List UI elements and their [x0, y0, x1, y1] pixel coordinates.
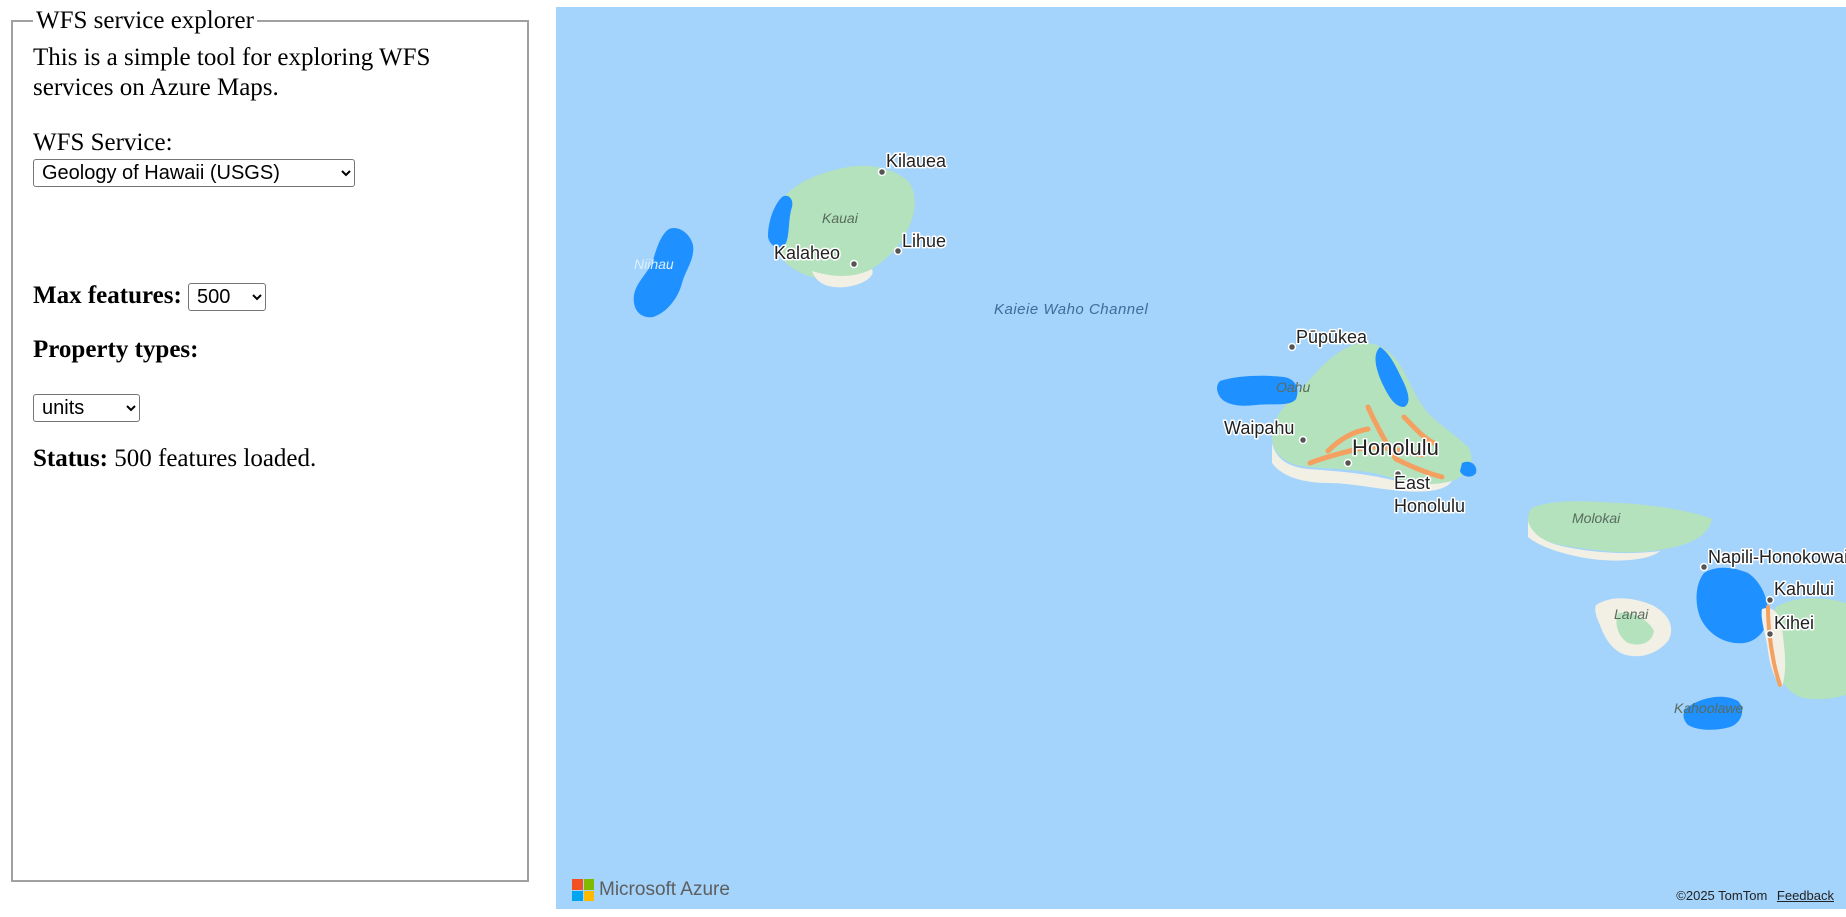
channel-label: Kaieie Waho Channel — [994, 301, 1148, 318]
oahu-label: Oahu — [1276, 379, 1310, 395]
kahului-label: Kahului — [1774, 579, 1834, 599]
wfs-explorer-panel: WFS service explorer This is a simple to… — [11, 8, 529, 882]
west-maui-features — [1696, 567, 1768, 644]
east-honolulu-label-2: Honolulu — [1394, 496, 1465, 516]
honolulu-label: Honolulu — [1352, 435, 1439, 460]
kilauea-label: Kilauea — [886, 151, 947, 171]
property-type-select[interactable]: units — [33, 394, 140, 422]
kalaheo-dot — [849, 259, 859, 269]
niihau-label: Niihau — [634, 256, 674, 272]
max-features-select[interactable]: 500 — [188, 283, 267, 312]
kilauea-dot — [877, 167, 887, 177]
panel-legend: WFS service explorer — [36, 7, 254, 34]
map-canvas[interactable]: Kilauea Lihue Kalaheo Kauai Niihau Kaiei… — [556, 7, 1846, 909]
status-label: Status: — [33, 445, 109, 472]
microsoft-logo-icon — [572, 879, 594, 901]
napili-dot — [1699, 562, 1709, 572]
intro-text: This is a simple tool for exploring WFS … — [33, 44, 431, 101]
oahu-features-southeast — [1460, 461, 1477, 477]
waipahu-dot — [1298, 435, 1308, 445]
waipahu-label: Waipahu — [1224, 418, 1294, 438]
map-graphics[interactable]: Kilauea Lihue Kalaheo Kauai Niihau Kaiei… — [556, 7, 1846, 909]
honolulu-dot — [1343, 458, 1353, 468]
map-attribution: ©2025 TomTom Feedback — [1676, 888, 1834, 903]
napili-label: Napili-Honokowai — [1708, 547, 1846, 567]
microsoft-azure-logo: Microsoft Azure — [572, 879, 730, 901]
max-features-label: Max features: — [33, 282, 182, 309]
niihau-island — [633, 227, 694, 318]
max-features-row: Max features: 500 — [33, 281, 267, 312]
kalaheo-label: Kalaheo — [774, 243, 840, 263]
lanai-label: Lanai — [1614, 606, 1649, 622]
lihue-label: Lihue — [902, 231, 946, 251]
service-label: WFS Service: — [33, 129, 173, 156]
molokai-label: Molokai — [1572, 510, 1621, 526]
status-row: Status: 500 features loaded. — [33, 444, 316, 474]
kihei-dot — [1765, 629, 1775, 639]
property-types-label: Property types: — [33, 336, 199, 363]
feedback-link[interactable]: Feedback — [1777, 888, 1834, 903]
kauai-label: Kauai — [822, 210, 859, 226]
east-honolulu-label-1: East — [1394, 473, 1430, 493]
kihei-label: Kihei — [1774, 613, 1814, 633]
copyright-text: ©2025 TomTom — [1676, 888, 1768, 903]
wfs-service-select[interactable]: Geology of Hawaii (USGS) — [33, 159, 355, 187]
status-text: 500 features loaded. — [114, 445, 317, 472]
branding-text: Microsoft Azure — [599, 879, 730, 900]
property-types-row: Property types: — [33, 335, 198, 365]
pupukea-dot — [1287, 342, 1297, 352]
lihue-dot — [893, 246, 903, 256]
kahului-dot — [1765, 595, 1775, 605]
pupukea-label: Pūpūkea — [1296, 327, 1368, 347]
kahoolawe-label: Kahoolawe — [1674, 700, 1743, 716]
